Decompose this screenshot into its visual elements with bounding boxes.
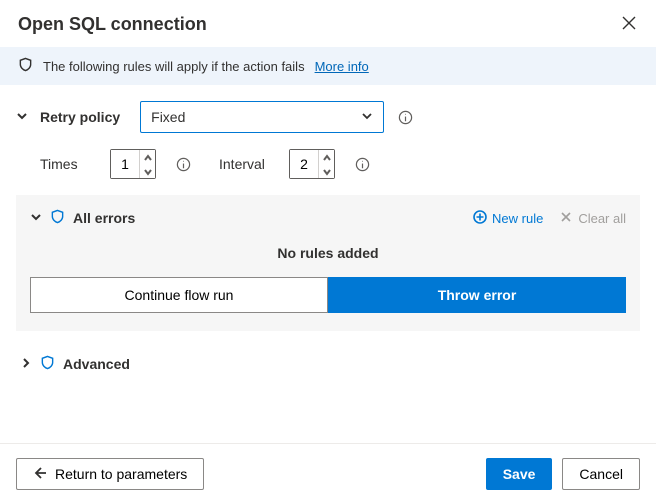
errors-collapse-toggle[interactable]: [30, 210, 42, 226]
retry-policy-value: Fixed: [151, 109, 185, 125]
info-icon[interactable]: [355, 157, 370, 172]
chevron-up-icon: [323, 150, 331, 165]
times-stepper[interactable]: [110, 149, 156, 179]
errors-title: All errors: [73, 210, 135, 226]
chevron-down-icon: [16, 109, 28, 125]
no-rules-text: No rules added: [30, 245, 626, 261]
new-rule-button[interactable]: New rule: [473, 210, 543, 227]
throw-error-button[interactable]: Throw error: [328, 277, 626, 313]
x-icon: [559, 210, 573, 227]
cancel-button[interactable]: Cancel: [562, 458, 640, 490]
arrow-left-icon: [33, 466, 47, 483]
shield-icon: [40, 355, 55, 373]
times-up-button[interactable]: [140, 150, 155, 164]
advanced-label: Advanced: [63, 356, 130, 372]
save-button[interactable]: Save: [486, 458, 553, 490]
info-icon[interactable]: [398, 110, 413, 125]
times-label: Times: [40, 156, 96, 172]
chevron-down-icon: [361, 109, 373, 125]
retry-policy-select[interactable]: Fixed: [140, 101, 384, 133]
info-bar-text: The following rules will apply if the ac…: [43, 59, 305, 74]
dialog-title: Open SQL connection: [18, 14, 207, 35]
interval-up-button[interactable]: [319, 150, 334, 164]
interval-down-button[interactable]: [319, 164, 334, 178]
return-to-parameters-button[interactable]: Return to parameters: [16, 458, 204, 490]
interval-stepper[interactable]: [289, 149, 335, 179]
all-errors-panel: All errors New rule Clear all No rules a…: [16, 195, 640, 331]
retry-policy-label: Retry policy: [40, 109, 120, 125]
advanced-collapse-toggle[interactable]: [20, 356, 32, 372]
info-icon[interactable]: [176, 157, 191, 172]
shield-icon: [18, 57, 33, 75]
clear-all-button[interactable]: Clear all: [559, 210, 626, 227]
plus-circle-icon: [473, 210, 487, 227]
chevron-down-icon: [30, 210, 42, 226]
chevron-up-icon: [144, 150, 152, 165]
close-icon: [622, 18, 636, 33]
continue-flow-button[interactable]: Continue flow run: [30, 277, 328, 313]
chevron-down-icon: [144, 164, 152, 179]
chevron-right-icon: [20, 356, 32, 372]
chevron-down-icon: [323, 164, 331, 179]
retry-collapse-toggle[interactable]: [16, 109, 28, 125]
times-input[interactable]: [111, 150, 139, 178]
close-button[interactable]: [618, 12, 640, 37]
more-info-link[interactable]: More info: [315, 59, 369, 74]
info-bar: The following rules will apply if the ac…: [0, 47, 656, 85]
interval-label: Interval: [219, 156, 275, 172]
interval-input[interactable]: [290, 150, 318, 178]
times-down-button[interactable]: [140, 164, 155, 178]
shield-icon: [50, 209, 65, 227]
